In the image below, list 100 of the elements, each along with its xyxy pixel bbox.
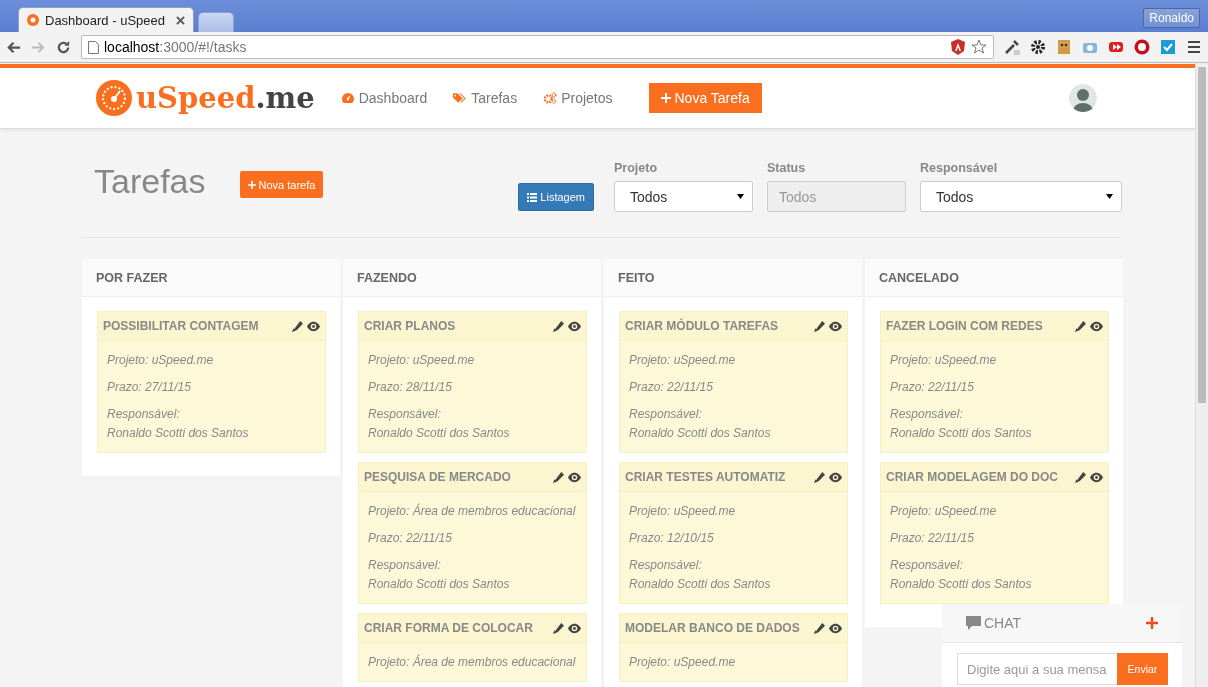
checkbox-icon[interactable] xyxy=(1160,39,1176,55)
pencil-icon[interactable] xyxy=(553,622,564,634)
pencil-icon[interactable] xyxy=(292,320,303,332)
pencil-icon[interactable] xyxy=(1075,320,1086,332)
pencil-icon[interactable] xyxy=(814,622,825,634)
eye-icon[interactable] xyxy=(829,622,842,634)
filter-select[interactable]: Todos xyxy=(920,181,1122,212)
assignee-label: Responsável: xyxy=(368,407,442,421)
assignee-label: Responsável: xyxy=(890,407,964,421)
task-title: CRIAR PLANOS xyxy=(364,319,457,333)
new-task-button[interactable]: Nova Tarefa xyxy=(648,83,762,113)
box-face-icon[interactable] xyxy=(1056,39,1072,55)
task-project: Projeto: Área de membros educacional xyxy=(368,504,577,518)
scrollbar-thumb[interactable] xyxy=(1198,67,1206,403)
address-bar[interactable]: localhost:3000/#!/tasks xyxy=(81,35,994,59)
eye-icon[interactable] xyxy=(568,320,581,332)
eye-icon[interactable] xyxy=(307,320,320,332)
task-project: Projeto: uSpeed.me xyxy=(107,353,215,367)
plus-icon xyxy=(660,93,671,103)
column-title: POR FAZER xyxy=(82,259,340,297)
plus-icon[interactable] xyxy=(1146,617,1158,629)
gauge-icon xyxy=(340,92,355,104)
tag-icon xyxy=(453,92,468,104)
plus-icon xyxy=(247,180,256,189)
star-icon[interactable] xyxy=(971,39,987,55)
assignee-name: Ronaldo Scotti dos Santos xyxy=(107,426,250,440)
assignee-name: Ronaldo Scotti dos Santos xyxy=(629,426,772,440)
assignee-name: Ronaldo Scotti dos Santos xyxy=(629,577,772,591)
reload-icon[interactable] xyxy=(56,39,71,55)
assignee-name: Ronaldo Scotti dos Santos xyxy=(368,426,511,440)
pencil-icon[interactable] xyxy=(814,320,825,332)
pencil-icon[interactable] xyxy=(1075,471,1086,483)
gear-icon[interactable] xyxy=(1030,39,1046,55)
avatar-icon[interactable] xyxy=(1069,84,1097,112)
task-title: MODELAR BANCO DE DADOS xyxy=(625,621,801,635)
filter-label: Responsável xyxy=(920,161,999,175)
assignee-label: Responsável: xyxy=(107,407,181,421)
eye-icon[interactable] xyxy=(568,622,581,634)
assignee-name: Ronaldo Scotti dos Santos xyxy=(890,426,1033,440)
column-title: CANCELADO xyxy=(865,259,1123,297)
eye-icon[interactable] xyxy=(829,471,842,483)
task-deadline: Prazo: 27/11/15 xyxy=(107,380,192,394)
task-project: Projeto: uSpeed.me xyxy=(368,353,476,367)
send-button[interactable]: Enviar xyxy=(1117,653,1168,685)
task-deadline: Prazo: 22/11/15 xyxy=(890,531,975,545)
task-project: Projeto: uSpeed.me xyxy=(629,353,737,367)
caret-icon xyxy=(1106,194,1113,199)
task-project: Projeto: Área de membros educacional xyxy=(368,655,577,669)
chat-title[interactable]: CHAT xyxy=(984,615,1022,631)
caret-icon xyxy=(737,194,744,199)
task-title: POSSIBILITAR CONTAGEM xyxy=(103,319,260,333)
menu-icon[interactable] xyxy=(1186,39,1202,55)
task-title: PESQUISA DE MERCADO xyxy=(364,470,512,484)
task-deadline: Prazo: 22/11/15 xyxy=(629,380,714,394)
pencil-icon[interactable] xyxy=(814,471,825,483)
task-project: Projeto: uSpeed.me xyxy=(890,353,998,367)
task-deadline: Prazo: 22/11/15 xyxy=(368,531,453,545)
favicon-icon xyxy=(27,14,39,26)
logo-text[interactable]: uSpeed.me xyxy=(136,81,315,115)
page-icon xyxy=(88,40,99,54)
filter-select[interactable]: Todos xyxy=(614,181,753,212)
eye-icon[interactable] xyxy=(1090,320,1103,332)
task-deadline: Prazo: 12/10/15 xyxy=(629,531,715,545)
task-project: Projeto: uSpeed.me xyxy=(629,504,737,518)
profile-name[interactable]: Ronaldo xyxy=(1143,8,1200,28)
pencil-icon[interactable] xyxy=(553,320,564,332)
task-title: CRIAR FORMA DE COLOCAR xyxy=(364,621,534,635)
column-title: FEITO xyxy=(604,259,862,297)
browser-tab[interactable]: Dashboard - uSpeed xyxy=(18,7,194,32)
back-icon[interactable] xyxy=(6,39,21,55)
close-icon[interactable] xyxy=(176,15,185,25)
task-title: FAZER LOGIN COM REDES xyxy=(886,319,1044,333)
task-title: CRIAR TESTES AUTOMATIZ xyxy=(625,470,787,484)
filter-label: Projeto xyxy=(614,161,659,175)
task-deadline: Prazo: 28/11/15 xyxy=(368,380,453,394)
pencil-icon[interactable] xyxy=(553,471,564,483)
nav-link[interactable]: Projetos xyxy=(543,90,613,106)
eye-icon[interactable] xyxy=(1090,471,1103,483)
nav-link[interactable]: Dashboard xyxy=(340,90,428,106)
task-deadline: Prazo: 22/11/15 xyxy=(890,380,975,394)
eye-icon[interactable] xyxy=(568,471,581,483)
message-field[interactable]: Digite aqui a sua mensa xyxy=(957,653,1117,685)
page-title: Tarefas xyxy=(94,161,206,201)
play-icon[interactable] xyxy=(1108,39,1124,55)
assignee-name: Ronaldo Scotti dos Santos xyxy=(368,577,511,591)
new-task-button[interactable]: Nova tarefa xyxy=(239,171,324,198)
stop-icon[interactable] xyxy=(1134,39,1150,55)
task-project: Projeto: uSpeed.me xyxy=(629,655,737,669)
eye-icon[interactable] xyxy=(829,320,842,332)
task-title: CRIAR MÓDULO TAREFAS xyxy=(625,319,780,333)
assignee-label: Responsável: xyxy=(368,558,442,572)
assignee-label: Responsável: xyxy=(629,407,703,421)
assignee-label: Responsável: xyxy=(629,558,703,572)
eyedropper-icon[interactable] xyxy=(1004,39,1020,55)
assignee-label: Responsável: xyxy=(890,558,964,572)
list-view-button[interactable]: Listagem xyxy=(518,183,594,211)
column-title: FAZENDO xyxy=(343,259,601,297)
task-title: CRIAR MODELAGEM DO DOC xyxy=(886,470,1059,484)
nav-link[interactable]: Tarefas xyxy=(453,90,518,106)
shield-icon[interactable] xyxy=(950,39,966,55)
